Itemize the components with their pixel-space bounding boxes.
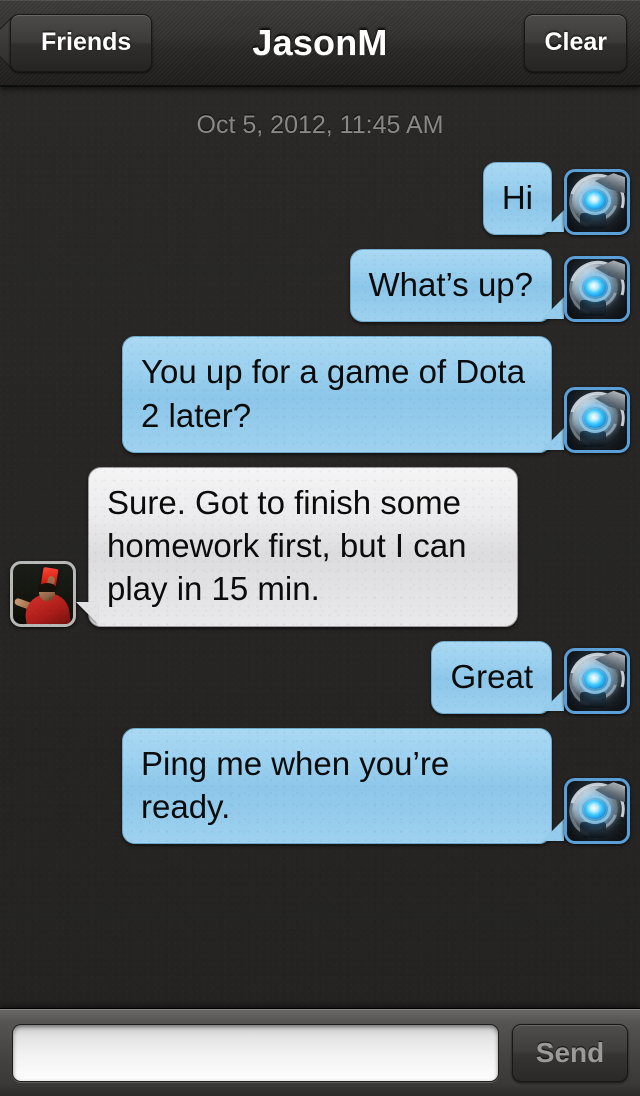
send-button-label: Send [535, 1036, 605, 1068]
chat-screen: Friends JasonM Clear Oct 5, 2012, 11:45 … [0, 0, 640, 1096]
message-row: Sure. Got to finish some homework first,… [0, 466, 640, 627]
avatar-lower-plate [580, 430, 606, 447]
message-row: Hi [0, 162, 640, 236]
messages-container: Hi What’s up? You up for a game of Dota 2 … [0, 162, 640, 845]
send-button[interactable]: Send [512, 1023, 628, 1082]
avatar-lower-plate [580, 691, 606, 708]
avatar-eye-glow [584, 408, 606, 428]
navigation-bar: Friends JasonM Clear [0, 0, 640, 87]
robot-eye-avatar[interactable] [564, 256, 630, 323]
message-bubble[interactable]: What’s up? [349, 249, 552, 323]
avatar-eye-glow [584, 669, 606, 689]
message-row: You up for a game of Dota 2 later? [0, 336, 640, 453]
message-row: Ping me when you’re ready. [0, 727, 640, 845]
conversation-timestamp: Oct 5, 2012, 11:45 AM [196, 111, 444, 139]
message-input[interactable] [12, 1023, 499, 1082]
clear-button[interactable]: Clear [524, 13, 627, 72]
message-bubble[interactable]: You up for a game of Dota 2 later? [122, 336, 552, 453]
avatar-lower-plate [580, 213, 606, 230]
robot-eye-avatar[interactable] [564, 386, 630, 453]
message-bubble[interactable]: Hi [482, 162, 552, 236]
avatar-hair [38, 582, 56, 592]
message-list[interactable]: Oct 5, 2012, 11:45 AM Hi What’s up? You up… [0, 87, 640, 1008]
robot-eye-avatar[interactable] [564, 778, 630, 845]
robot-eye-avatar[interactable] [564, 169, 630, 236]
clear-button-label: Clear [544, 28, 607, 56]
message-bubble[interactable]: Sure. Got to finish some homework first,… [88, 466, 518, 627]
avatar-lower-plate [580, 822, 606, 839]
message-bubble[interactable]: Great [431, 640, 552, 714]
avatar-lower-plate [580, 300, 606, 317]
message-row: Great [0, 640, 640, 714]
composer-toolbar: Send [0, 1008, 640, 1096]
message-row: What’s up? [0, 249, 640, 323]
message-bubble[interactable]: Ping me when you’re ready. [122, 727, 552, 845]
robot-eye-avatar[interactable] [564, 647, 630, 714]
referee-photo-avatar[interactable] [10, 560, 76, 627]
